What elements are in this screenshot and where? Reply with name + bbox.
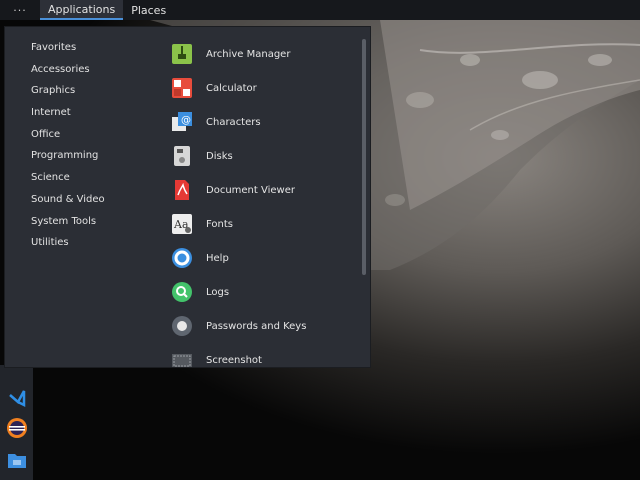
app-help[interactable]: Help bbox=[170, 241, 360, 275]
category-favorites[interactable]: Favorites bbox=[5, 37, 155, 59]
app-label: Logs bbox=[206, 286, 230, 298]
app-characters[interactable]: @ Characters bbox=[170, 105, 360, 139]
app-list: Archive Manager Calculator @ Characters … bbox=[170, 37, 360, 367]
app-label: Archive Manager bbox=[206, 48, 291, 60]
applications-menu: Favorites Accessories Graphics Internet … bbox=[4, 26, 371, 368]
app-calculator[interactable]: Calculator bbox=[170, 71, 360, 105]
category-utilities[interactable]: Utilities bbox=[5, 232, 155, 254]
app-list-scrollbar[interactable] bbox=[362, 39, 366, 275]
left-dock bbox=[0, 365, 33, 480]
app-logs[interactable]: Logs bbox=[170, 275, 360, 309]
category-programming[interactable]: Programming bbox=[5, 145, 155, 167]
app-label: Passwords and Keys bbox=[206, 320, 307, 332]
category-list: Favorites Accessories Graphics Internet … bbox=[5, 37, 155, 254]
screenshot-icon bbox=[170, 348, 194, 367]
activities-menu-button[interactable]: ··· bbox=[0, 0, 40, 20]
category-science[interactable]: Science bbox=[5, 167, 155, 189]
app-label: Calculator bbox=[206, 82, 257, 94]
category-internet[interactable]: Internet bbox=[5, 102, 155, 124]
app-document-viewer[interactable]: Document Viewer bbox=[170, 173, 360, 207]
archive-manager-icon bbox=[170, 42, 194, 66]
app-label: Characters bbox=[206, 116, 261, 128]
app-label: Help bbox=[206, 252, 229, 264]
calculator-icon bbox=[170, 76, 194, 100]
logs-icon bbox=[170, 280, 194, 304]
category-accessories[interactable]: Accessories bbox=[5, 59, 155, 81]
category-office[interactable]: Office bbox=[5, 124, 155, 146]
app-label: Document Viewer bbox=[206, 184, 295, 196]
app-label: Disks bbox=[206, 150, 233, 162]
document-viewer-icon bbox=[170, 178, 194, 202]
fonts-icon: Aa bbox=[170, 212, 194, 236]
top-panel: ··· Applications Places bbox=[0, 0, 640, 20]
eclipse-icon[interactable] bbox=[4, 415, 30, 441]
app-archive-manager[interactable]: Archive Manager bbox=[170, 37, 360, 71]
applications-menu-button[interactable]: Applications bbox=[40, 0, 124, 20]
svg-text:@: @ bbox=[181, 115, 191, 126]
disks-icon bbox=[170, 144, 194, 168]
characters-icon: @ bbox=[170, 110, 194, 134]
app-disks[interactable]: Disks bbox=[170, 139, 360, 173]
vscode-icon[interactable] bbox=[4, 385, 30, 411]
app-screenshot[interactable]: Screenshot bbox=[170, 343, 360, 367]
app-fonts[interactable]: Aa Fonts bbox=[170, 207, 360, 241]
app-label: Screenshot bbox=[206, 354, 262, 366]
category-system-tools[interactable]: System Tools bbox=[5, 211, 155, 233]
app-passwords-keys[interactable]: Passwords and Keys bbox=[170, 309, 360, 343]
files-icon[interactable] bbox=[4, 447, 30, 473]
category-graphics[interactable]: Graphics bbox=[5, 80, 155, 102]
category-sound-video[interactable]: Sound & Video bbox=[5, 189, 155, 211]
app-label: Fonts bbox=[206, 218, 233, 230]
help-icon bbox=[170, 246, 194, 270]
places-menu-button[interactable]: Places bbox=[123, 0, 174, 20]
passwords-keys-icon bbox=[170, 314, 194, 338]
